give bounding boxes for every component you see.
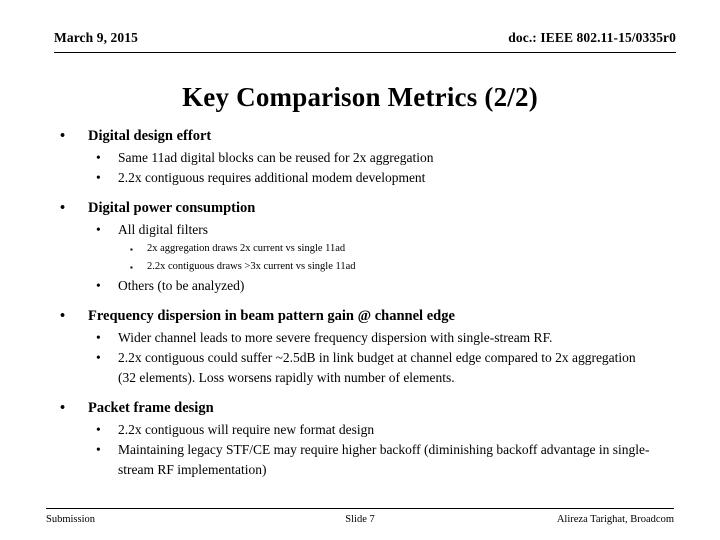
section-heading: • Digital design effort: [0, 126, 720, 146]
bullet-dot-icon: •: [96, 278, 101, 293]
bullet-dot-icon: •: [60, 308, 66, 324]
bullet-item: • Same 11ad digital blocks can be reused …: [0, 148, 720, 168]
section-heading-label: Frequency dispersion in beam pattern gai…: [88, 308, 455, 324]
bullet-item-label: 2x aggregation draws 2x current vs singl…: [147, 243, 346, 254]
bullet-item-label: 2.2x contiguous could suffer ~2.5dB in l…: [118, 350, 636, 385]
bullet-square-icon: ▪: [130, 245, 133, 254]
bullet-item-label: 2.2x contiguous requires additional mode…: [118, 170, 426, 185]
slide-body: • Digital design effort • Same 11ad digital…: [0, 126, 720, 480]
bullet-item: • 2.2x contiguous requires additional mod…: [0, 168, 720, 188]
bullet-item-label: 2.2x contiguous will require new format …: [118, 422, 375, 437]
bullet-item-label: Others (to be analyzed): [118, 278, 245, 293]
bullet-dot-icon: •: [96, 150, 101, 165]
bullet-dot-icon: •: [96, 422, 101, 437]
header-date: March 9, 2015: [54, 30, 138, 45]
bullet-item-label: Maintaining legacy STF/CE may require hi…: [118, 442, 650, 477]
bullet-item: • Maintaining legacy STF/CE may require h…: [0, 440, 720, 480]
bullet-dot-icon: •: [60, 400, 66, 416]
bullet-dot-icon: •: [96, 330, 101, 345]
bullet-item: • 2.2x contiguous will require new format…: [0, 420, 720, 440]
slide-header: March 9, 2015 doc.: IEEE 802.11-15/0335r…: [54, 30, 676, 53]
section-heading-label: Digital power consumption: [88, 200, 256, 216]
bullet-item-label: All digital filters: [118, 222, 208, 237]
bullet-item: • Wider channel leads to more severe freq…: [0, 328, 720, 348]
footer-author: Alireza Tarighat, Broadcom: [556, 514, 674, 525]
section-heading: • Digital power consumption: [0, 198, 720, 218]
bullet-item: ▪ 2x aggregation draws 2x current vs sing…: [0, 240, 720, 258]
section-heading: • Frequency dispersion in beam pattern ga…: [0, 306, 720, 326]
bullet-dot-icon: •: [60, 128, 66, 144]
bullet-dot-icon: •: [96, 442, 101, 457]
bullet-item: • 2.2x contiguous could suffer ~2.5dB in …: [0, 348, 720, 388]
bullet-item-label: 2.2x contiguous draws >3x current vs sin…: [147, 261, 356, 272]
bullet-dot-icon: •: [96, 222, 101, 237]
bullet-dot-icon: •: [60, 200, 66, 216]
page-title: Key Comparison Metrics (2/2): [182, 82, 538, 112]
slide-footer: Submission Slide 7 Alireza Tarighat, Bro…: [46, 508, 674, 533]
bullet-item-label: Same 11ad digital blocks can be reused f…: [118, 150, 434, 165]
section-heading: • Packet frame design: [0, 398, 720, 418]
bullet-dot-icon: •: [96, 170, 101, 185]
bullet-dot-icon: •: [96, 350, 101, 365]
bullet-item: • All digital filters: [0, 220, 720, 240]
bullet-item: • Others (to be analyzed): [0, 276, 720, 296]
bullet-item: ▪ 2.2x contiguous draws >3x current vs si…: [0, 258, 720, 276]
bullet-square-icon: ▪: [130, 263, 133, 272]
section-heading-label: Digital design effort: [88, 128, 212, 144]
bullet-item-label: Wider channel leads to more severe frequ…: [118, 330, 553, 345]
header-document-id: doc.: IEEE 802.11-15/0335r0: [508, 30, 676, 45]
section-heading-label: Packet frame design: [88, 400, 214, 416]
